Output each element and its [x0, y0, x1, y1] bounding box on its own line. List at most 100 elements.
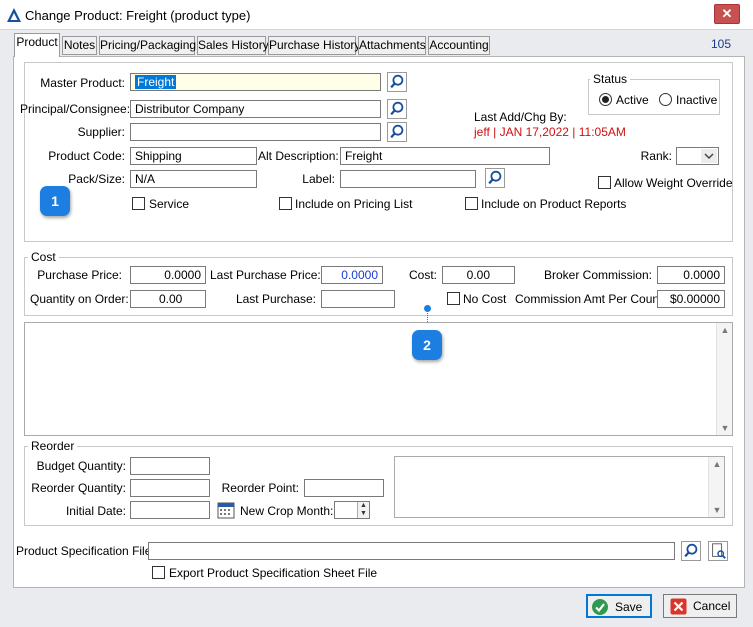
cancel-button-label: Cancel [693, 599, 731, 613]
initial-date-input[interactable] [130, 501, 210, 519]
title-bar: Change Product: Freight (product type) ✕ [0, 0, 753, 30]
product-code-label: Product Code: [48, 149, 125, 163]
chevron-down-icon [701, 149, 717, 163]
reorder-notes-area[interactable]: ▲ ▼ [394, 456, 725, 518]
status-legend: Status [590, 72, 631, 86]
callout-badge-1: 1 [40, 186, 70, 216]
search-icon[interactable] [485, 168, 505, 188]
cancel-x-icon [670, 598, 687, 615]
cancel-button[interactable]: Cancel [663, 594, 737, 618]
commission-amt-input[interactable]: $0.00000 [657, 290, 725, 308]
last-add-label: Last Add/Chg By: [474, 110, 567, 124]
last-add-value: jeff | JAN 17,2022 | 11:05AM [474, 125, 626, 139]
purchase-price-input[interactable]: 0.0000 [130, 266, 206, 284]
include-pricing-label: Include on Pricing List [295, 197, 413, 211]
rank-select[interactable] [676, 147, 719, 165]
include-pricing-checkbox[interactable] [279, 197, 292, 210]
include-reports-label: Include on Product Reports [481, 197, 627, 211]
inactive-radio[interactable] [659, 93, 672, 106]
search-icon[interactable] [387, 122, 407, 142]
search-icon[interactable] [387, 99, 407, 119]
include-reports-checkbox[interactable] [465, 197, 478, 210]
service-checkbox[interactable] [132, 197, 145, 210]
stepper-arrows-icon[interactable]: ▲ ▼ [357, 502, 369, 518]
allow-weight-override-label: Allow Weight Override [614, 176, 733, 190]
commission-amt-label: Commission Amt Per Count: [515, 292, 666, 306]
search-icon[interactable] [681, 541, 701, 561]
principal-input[interactable]: Distributor Company [130, 100, 381, 118]
budget-quantity-input[interactable] [130, 457, 210, 475]
pack-size-label: Pack/Size: [68, 172, 125, 186]
document-search-icon[interactable] [708, 541, 728, 561]
tab-purchase-history[interactable]: Purchase History [268, 36, 360, 55]
pack-size-input[interactable]: N/A [130, 170, 257, 188]
alt-description-label: Alt Description: [258, 149, 339, 163]
reorder-point-label: Reorder Point: [221, 481, 299, 495]
broker-commission-label: Broker Commission: [543, 268, 652, 282]
save-button[interactable]: Save [586, 594, 652, 618]
scroll-up-icon[interactable]: ▲ [717, 325, 733, 335]
last-purchase-price-value: 0.0000 [321, 266, 383, 284]
label-input[interactable] [340, 170, 476, 188]
purchase-price-label: Purchase Price: [37, 268, 122, 282]
no-cost-checkbox[interactable] [447, 292, 460, 305]
initial-date-label: Initial Date: [65, 504, 126, 518]
budget-quantity-label: Budget Quantity: [36, 459, 126, 473]
window-title: Change Product: Freight (product type) [25, 8, 251, 23]
callout-pointer-dot [424, 305, 431, 312]
cost-label: Cost: [408, 268, 437, 282]
master-product-value: Freight [135, 75, 177, 89]
no-cost-label: No Cost [463, 292, 507, 306]
tab-product[interactable]: Product [14, 33, 60, 57]
reorder-legend: Reorder [28, 439, 78, 453]
last-purchase-label: Last Purchase: [235, 292, 316, 306]
reorder-point-input[interactable] [304, 479, 384, 497]
reorder-quantity-label: Reorder Quantity: [31, 481, 126, 495]
cost-legend: Cost [28, 250, 59, 264]
product-code-input[interactable]: Shipping [130, 147, 257, 165]
broker-commission-input[interactable]: 0.0000 [657, 266, 725, 284]
master-product-label: Master Product: [40, 76, 125, 90]
tab-attachments[interactable]: Attachments [358, 36, 426, 55]
spec-file-label: Product Specification File: [16, 544, 155, 558]
active-radio[interactable] [599, 93, 612, 106]
supplier-label: Supplier: [77, 125, 125, 139]
tab-accounting[interactable]: Accounting [428, 36, 490, 55]
tab-pricing-packaging[interactable]: Pricing/Packaging [99, 36, 196, 55]
save-button-label: Save [615, 600, 643, 614]
search-icon[interactable] [387, 72, 407, 92]
checkmark-icon [592, 599, 608, 615]
record-number: 105 [711, 37, 732, 51]
reorder-quantity-input[interactable] [130, 479, 210, 497]
calendar-icon[interactable] [216, 500, 236, 520]
supplier-input[interactable] [130, 123, 381, 141]
active-label: Active [616, 93, 649, 107]
description-scrollbar[interactable]: ▲ ▼ [716, 323, 732, 435]
spec-file-input[interactable] [148, 542, 675, 560]
service-label: Service [149, 197, 190, 211]
cost-input[interactable]: 0.00 [442, 266, 515, 284]
export-spec-label: Export Product Specification Sheet File [169, 566, 378, 580]
rank-label: Rank: [640, 149, 672, 163]
alt-description-input[interactable]: Freight [340, 147, 550, 165]
master-product-input[interactable]: Freight [130, 73, 381, 91]
quantity-on-order-value: 0.00 [130, 290, 206, 308]
last-purchase-value [321, 290, 395, 308]
scroll-up-icon[interactable]: ▲ [709, 459, 725, 469]
principal-label: Principal/Consignee: [20, 102, 131, 116]
scroll-down-icon[interactable]: ▼ [709, 505, 725, 515]
callout-badge-2: 2 [412, 330, 442, 360]
label-label: Label: [302, 172, 335, 186]
tab-sales-history[interactable]: Sales History [197, 36, 269, 55]
app-logo-icon [7, 8, 21, 22]
last-purchase-price-label: Last Purchase Price: [210, 268, 321, 282]
new-crop-month-label: New Crop Month: [240, 504, 334, 518]
allow-weight-override-checkbox[interactable] [598, 176, 611, 189]
close-button[interactable]: ✕ [714, 4, 740, 24]
scroll-down-icon[interactable]: ▼ [717, 423, 733, 433]
quantity-on-order-label: Quantity on Order: [30, 292, 129, 306]
export-spec-checkbox[interactable] [152, 566, 165, 579]
description-text-area[interactable]: ▲ ▼ [24, 322, 733, 436]
tab-notes[interactable]: Notes [62, 36, 97, 55]
reorder-notes-scrollbar[interactable]: ▲ ▼ [708, 457, 724, 517]
